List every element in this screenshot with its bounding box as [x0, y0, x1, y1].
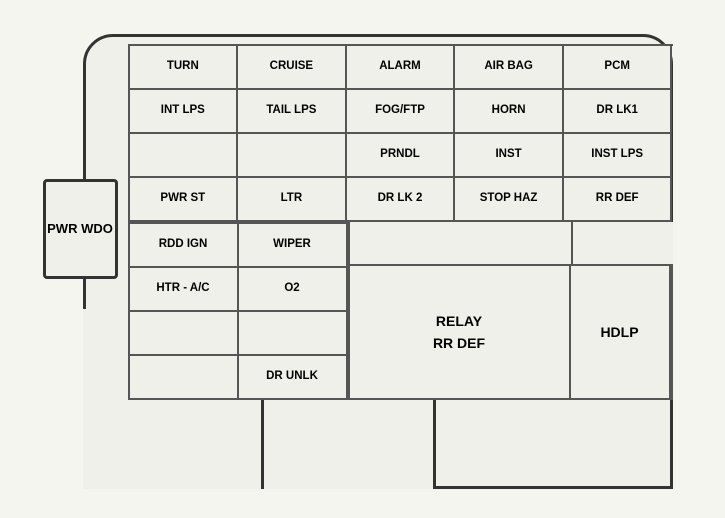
cell-dr-lk2: DR LK 2	[347, 178, 456, 222]
pwr-wdo-label: PWR WDO	[47, 220, 113, 238]
cell-empty-2	[238, 134, 347, 178]
cell-wiper: WIPER	[239, 224, 348, 268]
cell-pcm: PCM	[564, 46, 673, 90]
cell-inst: INST	[455, 134, 564, 178]
top-grid: TURN CRUISE ALARM AIR BAG PCM INT LPS TA…	[128, 44, 673, 222]
pwr-wdo-box: PWR WDO	[43, 179, 118, 279]
cell-prndl: PRNDL	[347, 134, 456, 178]
cell-dr-lk1: DR LK1	[564, 90, 673, 134]
cell-horn: HORN	[455, 90, 564, 134]
cell-cruise: CRUISE	[238, 46, 347, 90]
cell-int-lps: INT LPS	[130, 90, 239, 134]
bottom-section: RDD IGN WIPER HTR - A/C O2 DR UNLK	[128, 222, 673, 400]
cell-airbag: AIR BAG	[455, 46, 564, 90]
cell-dr-unlk: DR UNLK	[239, 356, 348, 400]
cell-bl-empty-3	[130, 356, 239, 400]
bottom-left-grid: RDD IGN WIPER HTR - A/C O2 DR UNLK	[130, 222, 348, 400]
relay-top-empty-left	[350, 222, 573, 264]
cell-bl-empty-2	[239, 312, 348, 356]
relay-top-empty-right	[573, 222, 673, 264]
cell-inst-lps: INST LPS	[564, 134, 673, 178]
cell-rr-def: RR DEF	[564, 178, 673, 222]
cell-alarm: ALARM	[347, 46, 456, 90]
bottom-right-wrapper: RELAYRR DEF HDLP	[348, 222, 673, 400]
cell-ltr: LTR	[238, 178, 347, 222]
cell-stop-haz: STOP HAZ	[455, 178, 564, 222]
relay-top-row	[350, 222, 673, 266]
cell-o2: O2	[239, 268, 348, 312]
relay-bottom-row: RELAYRR DEF HDLP	[350, 266, 673, 400]
grid-wrapper: TURN CRUISE ALARM AIR BAG PCM INT LPS TA…	[128, 44, 673, 474]
cell-turn: TURN	[130, 46, 239, 90]
fuse-box: PWR WDO TURN CRUISE ALARM AIR BAG PCM IN…	[23, 14, 703, 504]
cell-htr-ac: HTR - A/C	[130, 268, 239, 312]
relay-label: RELAYRR DEF	[433, 310, 485, 355]
hdlp-box: HDLP	[571, 266, 671, 400]
cell-tail-lps: TAIL LPS	[238, 90, 347, 134]
hdlp-label: HDLP	[600, 324, 638, 340]
cell-fog-ftp: FOG/FTP	[347, 90, 456, 134]
relay-rr-def-box: RELAYRR DEF	[350, 266, 571, 400]
cell-pwr-st: PWR ST	[130, 178, 239, 222]
cell-empty-1	[130, 134, 239, 178]
cell-bl-empty-1	[130, 312, 239, 356]
cell-rdd-ign: RDD IGN	[130, 224, 239, 268]
